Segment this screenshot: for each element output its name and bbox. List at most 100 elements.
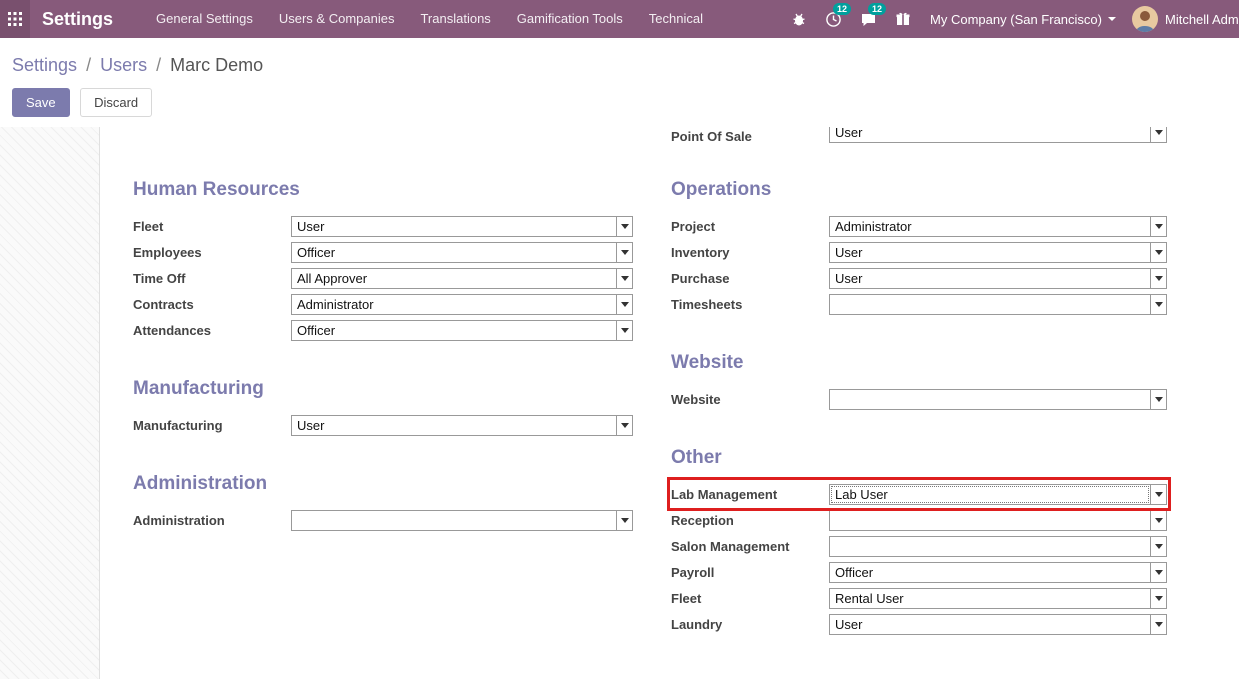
select-arrow-icon [616, 269, 632, 288]
field-row-inventory: Inventory User [671, 239, 1167, 265]
select-arrow-icon [1150, 615, 1166, 634]
section-title: Administration [133, 472, 633, 495]
field-label: Attendances [133, 323, 291, 338]
field-label: Time Off [133, 271, 291, 286]
payroll-select[interactable]: Officer [829, 562, 1167, 583]
field-row-laundry: Laundry User [671, 611, 1167, 637]
messages-chat-icon[interactable]: 12 [851, 0, 886, 38]
apps-grid-icon [8, 12, 22, 26]
group-website: Website Website [671, 351, 1167, 412]
field-row-time-off: Time Off All Approver [133, 265, 633, 291]
field-row-employees: Employees Officer [133, 239, 633, 265]
inventory-select[interactable]: User [829, 242, 1167, 263]
field-row-lab-management: Lab Management Lab User [671, 481, 1167, 507]
field-row-attendances: Attendances Officer [133, 317, 633, 343]
company-switcher[interactable]: My Company (San Francisco) [930, 12, 1116, 27]
field-label: Lab Management [671, 487, 829, 502]
field-row-contracts: Contracts Administrator [133, 291, 633, 317]
project-select[interactable]: Administrator [829, 216, 1167, 237]
field-label: Project [671, 219, 829, 234]
section-title: Website [671, 351, 1167, 374]
sheet-margin-stripes [0, 127, 100, 679]
save-button[interactable]: Save [12, 88, 70, 117]
app-title[interactable]: Settings [42, 9, 113, 30]
point-of-sale-select[interactable]: User [829, 127, 1167, 143]
debug-bug-icon[interactable] [782, 0, 816, 38]
field-row-salon-management: Salon Management [671, 533, 1167, 559]
administration-select[interactable] [291, 510, 633, 531]
apps-menu-button[interactable] [0, 0, 30, 38]
company-name: My Company (San Francisco) [930, 12, 1102, 27]
fleet-other-select[interactable]: Rental User [829, 588, 1167, 609]
field-row-administration: Administration [133, 507, 633, 533]
field-label: Administration [133, 513, 291, 528]
breadcrumb-users[interactable]: Users [100, 55, 147, 75]
field-label: Fleet [671, 591, 829, 606]
field-label: Laundry [671, 617, 829, 632]
section-title: Manufacturing [133, 377, 633, 400]
manufacturing-select[interactable]: User [291, 415, 633, 436]
avatar [1132, 6, 1158, 32]
select-arrow-icon [616, 511, 632, 530]
field-row-purchase: Purchase User [671, 265, 1167, 291]
select-arrow-icon [616, 295, 632, 314]
select-arrow-icon [1150, 537, 1166, 556]
salon-management-select[interactable] [829, 536, 1167, 557]
field-label: Employees [133, 245, 291, 260]
field-label: Manufacturing [133, 418, 291, 433]
field-label: Purchase [671, 271, 829, 286]
field-label: Contracts [133, 297, 291, 312]
section-title: Other [671, 446, 1167, 469]
lab-management-select[interactable]: Lab User [829, 484, 1167, 505]
menu-users-companies[interactable]: Users & Companies [266, 0, 408, 38]
breadcrumb: Settings / Users / Marc Demo [0, 38, 1239, 76]
top-menu: General Settings Users & Companies Trans… [143, 0, 716, 38]
purchase-select[interactable]: User [829, 268, 1167, 289]
breadcrumb-current-record: Marc Demo [170, 55, 263, 75]
group-operations: Operations Project Administrator Invento… [671, 178, 1167, 317]
menu-general-settings[interactable]: General Settings [143, 0, 266, 38]
menu-technical[interactable]: Technical [636, 0, 716, 38]
breadcrumb-separator: / [156, 55, 161, 75]
user-name: Mitchell Admin [1165, 12, 1239, 27]
laundry-select[interactable]: User [829, 614, 1167, 635]
select-arrow-icon [616, 243, 632, 262]
action-buttons: Save Discard [0, 76, 1239, 127]
field-row-project: Project Administrator [671, 213, 1167, 239]
select-arrow-icon [1150, 511, 1166, 530]
breadcrumb-settings[interactable]: Settings [12, 55, 77, 75]
select-arrow-icon [1150, 563, 1166, 582]
select-arrow-icon [616, 217, 632, 236]
website-select[interactable] [829, 389, 1167, 410]
top-bar: Settings General Settings Users & Compan… [0, 0, 1239, 38]
employees-select[interactable]: Officer [291, 242, 633, 263]
time-off-select[interactable]: All Approver [291, 268, 633, 289]
field-label: Payroll [671, 565, 829, 580]
field-label: Salon Management [671, 539, 829, 554]
attendances-select[interactable]: Officer [291, 320, 633, 341]
gift-icon[interactable] [886, 0, 920, 38]
menu-translations[interactable]: Translations [407, 0, 503, 38]
contracts-select[interactable]: Administrator [291, 294, 633, 315]
fleet-select[interactable]: User [291, 216, 633, 237]
menu-gamification-tools[interactable]: Gamification Tools [504, 0, 636, 38]
discard-button[interactable]: Discard [80, 88, 152, 117]
reception-select[interactable] [829, 510, 1167, 531]
field-label: Inventory [671, 245, 829, 260]
select-arrow-icon [1150, 485, 1166, 504]
group-manufacturing: Manufacturing Manufacturing User [133, 377, 633, 438]
field-row-reception: Reception [671, 507, 1167, 533]
group-other: Other Lab Management Lab User Reception [671, 446, 1167, 637]
user-menu[interactable]: Mitchell Admin [1132, 6, 1239, 32]
messages-count-badge: 12 [868, 3, 886, 15]
section-title: Operations [671, 178, 1167, 201]
activities-clock-icon[interactable]: 12 [816, 0, 851, 38]
chevron-down-icon [1108, 17, 1116, 25]
form-sheet: Point Of Sale User Human Resources Fleet… [100, 127, 1239, 679]
field-row-timesheets: Timesheets [671, 291, 1167, 317]
select-arrow-icon [1150, 589, 1166, 608]
select-arrow-icon [616, 321, 632, 340]
group-administration: Administration Administration [133, 472, 633, 533]
timesheets-select[interactable] [829, 294, 1167, 315]
field-label: Fleet [133, 219, 291, 234]
